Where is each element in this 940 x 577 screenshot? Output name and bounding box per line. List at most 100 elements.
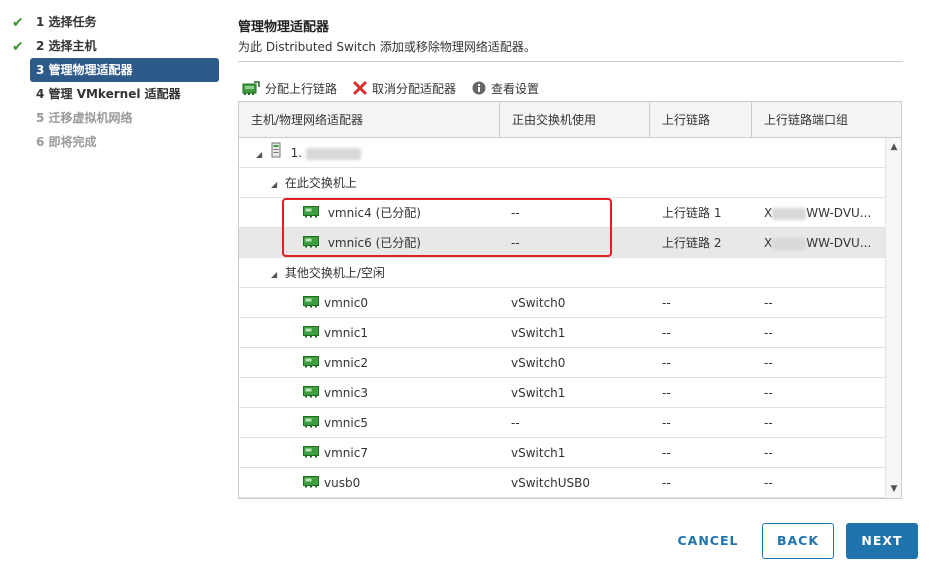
uplink: --: [662, 326, 671, 340]
in-use-by: vSwitch1: [511, 446, 566, 460]
unassign-adapter-label: 取消分配适配器: [372, 81, 457, 96]
assign-uplink-button[interactable]: 分配上行链路: [242, 80, 337, 97]
column-header-uplink-portgroup[interactable]: 上行链路端口组: [752, 102, 901, 138]
table-scrollbar[interactable]: ▲ ▼: [885, 138, 901, 498]
adapter-name: vmnic0: [324, 296, 368, 310]
collapse-triangle-icon[interactable]: ◢: [271, 170, 281, 198]
host-row[interactable]: ◢ 1.: [239, 138, 885, 168]
adapter-name: vmnic3: [324, 386, 368, 400]
host-icon: [270, 139, 282, 169]
uplink-portgroup: X WW-DVU...: [764, 198, 879, 228]
uplink-portgroup: --: [764, 386, 773, 400]
step-label: 1 选择任务: [36, 15, 97, 29]
in-use-by: vSwitch1: [511, 386, 566, 400]
next-button[interactable]: NEXT: [846, 523, 918, 559]
portgroup-suffix: WW-DVU...: [806, 236, 872, 250]
nic-icon: [303, 379, 319, 409]
table-row[interactable]: vmnic5 -- -- --: [239, 408, 885, 438]
check-icon: ✔: [12, 39, 24, 55]
group-other-switches[interactable]: ◢ 其他交换机上/空闲: [239, 258, 885, 288]
in-use-by: vSwitch0: [511, 296, 566, 310]
divider: [238, 61, 903, 62]
uplink: --: [662, 296, 671, 310]
table-row[interactable]: vmnic7 vSwitch1 -- --: [239, 438, 885, 468]
group-label: 其他交换机上/空闲: [284, 266, 385, 280]
group-label: 在此交换机上: [284, 176, 357, 190]
in-use-by: --: [511, 236, 520, 250]
adapters-table: 主机/物理网络适配器 正由交换机使用 上行链路 上行链路端口组 ◢ 1. ◢ 在…: [238, 101, 902, 499]
table-row[interactable]: vmnic4 (已分配) -- 上行链路 1 X WW-DVU...: [239, 198, 885, 228]
page-subtitle: 为此 Distributed Switch 添加或移除物理网络适配器。: [238, 40, 536, 54]
uplink-portgroup: --: [764, 476, 773, 490]
cancel-button[interactable]: CANCEL: [665, 523, 751, 559]
uplink-portgroup: X WW-DVU...: [764, 228, 879, 258]
nic-icon: [303, 349, 319, 379]
table-row[interactable]: vmnic3 vSwitch1 -- --: [239, 378, 885, 408]
page-title: 管理物理适配器: [238, 20, 330, 35]
chevron-up-icon[interactable]: ▲: [886, 140, 901, 154]
table-row[interactable]: vmnic6 (已分配) -- 上行链路 2 X WW-DVU...: [239, 228, 885, 258]
in-use-by: vSwitchUSB0: [511, 476, 591, 490]
step-label: 6 即将完成: [36, 135, 97, 149]
back-button[interactable]: BACK: [762, 523, 834, 559]
table-row[interactable]: vusb0 vSwitchUSB0 -- --: [239, 468, 885, 498]
info-icon: [472, 81, 486, 95]
step-migrate-vm-networking: 5 迁移虚拟机网络: [30, 106, 219, 130]
redacted-portgroup: [772, 207, 807, 220]
portgroup-prefix: X: [764, 236, 773, 250]
table-header: 主机/物理网络适配器 正由交换机使用 上行链路 上行链路端口组: [239, 102, 901, 138]
uplink-portgroup: --: [764, 326, 773, 340]
collapse-triangle-icon[interactable]: ◢: [271, 260, 281, 288]
table-row[interactable]: vmnic1 vSwitch1 -- --: [239, 318, 885, 348]
unassign-adapter-button[interactable]: 取消分配适配器: [353, 80, 456, 97]
uplink: 上行链路 1: [662, 206, 722, 220]
uplink: --: [662, 416, 671, 430]
check-icon: ✔: [12, 15, 24, 31]
adapter-name: vmnic6 (已分配): [327, 236, 421, 250]
group-on-switch[interactable]: ◢ 在此交换机上: [239, 168, 885, 198]
in-use-by: vSwitch1: [511, 326, 566, 340]
chevron-down-icon[interactable]: ▼: [886, 482, 901, 496]
uplink-portgroup: --: [764, 296, 773, 310]
in-use-by: --: [511, 206, 520, 220]
column-header-adapter[interactable]: 主机/物理网络适配器: [239, 102, 500, 138]
step-manage-vmkernel-adapters[interactable]: 4 管理 VMkernel 适配器: [30, 82, 219, 106]
adapter-name: vmnic7: [324, 446, 368, 460]
table-row[interactable]: vmnic0 vSwitch0 -- --: [239, 288, 885, 318]
nic-icon: [303, 289, 319, 319]
column-header-in-use-by[interactable]: 正由交换机使用: [500, 102, 650, 138]
in-use-by: vSwitch0: [511, 356, 566, 370]
close-icon: [353, 81, 367, 95]
nic-icon: [303, 439, 319, 469]
table-row[interactable]: vmnic2 vSwitch0 -- --: [239, 348, 885, 378]
host-name: 1.: [290, 146, 303, 160]
portgroup-prefix: X: [764, 206, 773, 220]
view-settings-label: 查看设置: [491, 81, 540, 96]
redacted-host-name: [305, 147, 361, 160]
step-select-hosts[interactable]: ✔ 2 选择主机: [12, 34, 219, 58]
step-label: 5 迁移虚拟机网络: [36, 111, 133, 125]
step-label: 3 管理物理适配器: [36, 63, 133, 77]
assign-uplink-label: 分配上行链路: [265, 81, 338, 96]
adapter-name: vmnic4 (已分配): [327, 206, 421, 220]
step-label: 2 选择主机: [36, 39, 97, 53]
adapter-name: vusb0: [324, 476, 361, 490]
step-select-task[interactable]: ✔ 1 选择任务: [12, 10, 219, 34]
uplink-portgroup: --: [764, 446, 773, 460]
step-manage-physical-adapters[interactable]: 3 管理物理适配器: [30, 58, 219, 82]
nic-icon: [303, 319, 319, 349]
uplink: 上行链路 2: [662, 236, 722, 250]
uplink: --: [662, 356, 671, 370]
adapter-name: vmnic1: [324, 326, 368, 340]
nic-icon: [303, 229, 319, 259]
nic-icon: [303, 409, 319, 439]
adapter-name: vmnic5: [324, 416, 368, 430]
view-settings-button[interactable]: 查看设置: [472, 80, 539, 97]
step-ready-to-complete: 6 即将完成: [30, 130, 219, 154]
uplink-portgroup: --: [764, 356, 773, 370]
collapse-triangle-icon[interactable]: ◢: [256, 140, 266, 168]
adapter-name: vmnic2: [324, 356, 368, 370]
column-header-uplink[interactable]: 上行链路: [650, 102, 752, 138]
redacted-portgroup: [772, 237, 807, 250]
uplink: --: [662, 476, 671, 490]
